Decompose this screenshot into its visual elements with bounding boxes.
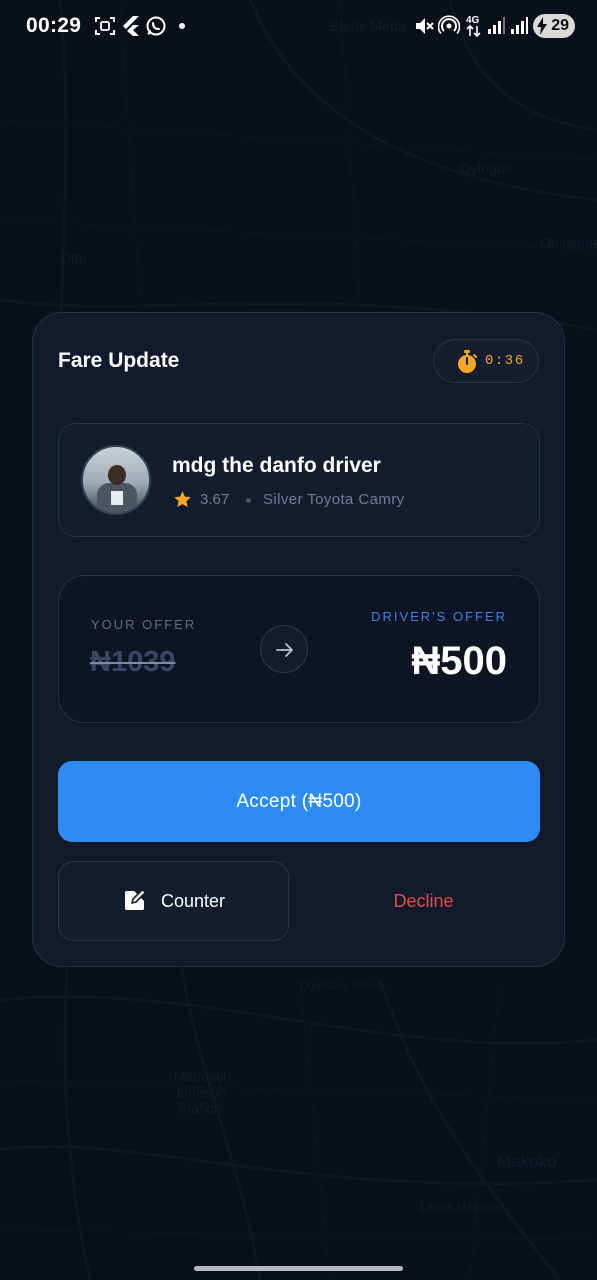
screenshot-icon — [95, 17, 115, 35]
your-offer-value: ₦1039 — [90, 646, 176, 678]
charging-icon — [537, 17, 547, 35]
notification-dot-icon — [179, 23, 185, 29]
app-screen: Ebute Metta Oyingbo Otto Obalende Mobola… — [0, 0, 597, 1280]
counter-button[interactable]: Counter — [58, 861, 289, 941]
signal-icon — [511, 17, 528, 34]
fare-update-card: Fare Update 0:36 mdg the danfo driver 3.… — [32, 312, 565, 967]
flutter-icon — [123, 16, 139, 36]
accept-button[interactable]: Accept (₦500) — [58, 761, 540, 842]
driver-offer-label: DRIVER'S OFFER — [371, 609, 507, 624]
driver-rating: 3.67 — [200, 491, 230, 508]
countdown-timer: 0:36 — [433, 339, 539, 383]
network-type-icon: 4G — [466, 15, 481, 38]
driver-avatar — [81, 445, 151, 515]
status-time: 00:29 — [26, 14, 82, 37]
driver-name: mdg the danfo driver — [172, 454, 381, 477]
arrow-right-icon — [276, 643, 293, 657]
status-bar: 00:29 4G 29 — [0, 0, 597, 52]
card-title: Fare Update — [58, 349, 180, 372]
counter-label: Counter — [161, 891, 226, 911]
driver-offer-value: ₦500 — [411, 639, 507, 683]
battery-indicator: 29 — [533, 14, 575, 38]
arrow-indicator — [260, 625, 308, 673]
driver-info: mdg the danfo driver 3.67 Silver Toyota … — [58, 423, 540, 537]
network-type-text: 4G — [466, 15, 480, 26]
signal-icon — [488, 17, 505, 34]
decline-button[interactable]: Decline — [313, 861, 534, 941]
hotspot-icon — [438, 15, 460, 35]
battery-level: 29 — [551, 17, 569, 34]
mute-icon — [416, 18, 434, 34]
star-icon — [174, 491, 191, 508]
offer-comparison: YOUR OFFER ₦1039 DRIVER'S OFFER ₦500 — [58, 575, 540, 723]
driver-vehicle: Silver Toyota Camry — [263, 491, 405, 508]
your-offer-label: YOUR OFFER — [91, 617, 197, 632]
timer-text: 0:36 — [485, 353, 525, 369]
edit-icon — [125, 888, 147, 910]
whatsapp-icon — [146, 16, 166, 36]
gesture-nav-handle[interactable] — [194, 1266, 403, 1271]
stopwatch-icon — [458, 350, 477, 373]
separator-dot — [246, 498, 251, 503]
